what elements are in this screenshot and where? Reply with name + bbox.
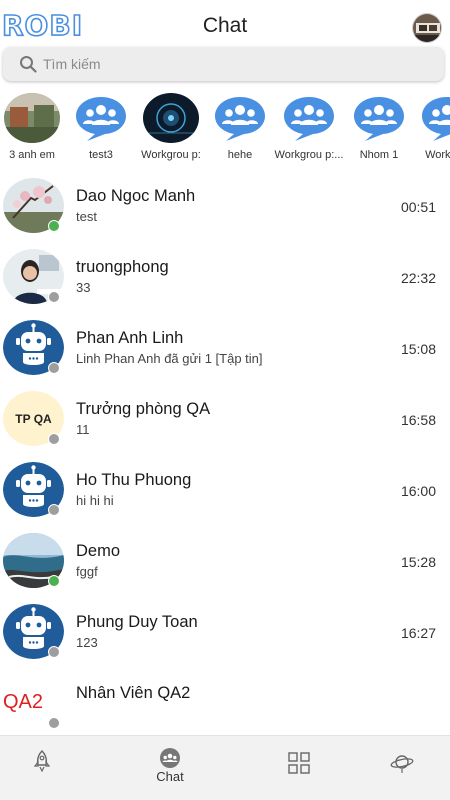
group-label: 3 anh em <box>9 149 55 161</box>
chat-name: Demo <box>76 542 121 560</box>
chat-time: 16:00 <box>400 483 436 499</box>
app-header: ROBI Chat <box>0 0 450 48</box>
chat-group-icon <box>160 748 180 768</box>
group-avatar <box>4 93 60 143</box>
chat-name: Nhân Viên QA2 <box>76 684 191 702</box>
chat-time: 16:27 <box>400 625 436 641</box>
group-label: test3 <box>89 149 113 161</box>
search-icon <box>20 56 37 73</box>
chat-time: 00:51 <box>400 199 436 215</box>
chat-last-message: Linh Phan Anh đã gửi 1 [Tập tin] <box>76 351 263 366</box>
chat-time: 16:58 <box>400 412 436 428</box>
group-chat-icon <box>76 97 126 141</box>
status-online-dot <box>48 220 60 232</box>
chat-row[interactable]: Ho Thu Phuong hi hi hi 16:00 <box>0 458 450 529</box>
group-item[interactable]: hehe <box>205 93 275 161</box>
group-item[interactable]: test3 <box>66 93 136 161</box>
status-offline-dot <box>48 504 60 516</box>
status-offline-dot <box>48 362 60 374</box>
chat-name: Phan Anh Linh <box>76 329 184 347</box>
chat-last-message: 123 <box>76 635 98 650</box>
chat-row[interactable]: QA2 Nhân Viên QA2 <box>0 671 450 742</box>
nav-item-chat[interactable]: Chat <box>130 736 210 800</box>
chat-row[interactable]: truongphong 33 22:32 <box>0 245 450 316</box>
status-offline-dot <box>48 646 60 658</box>
status-offline-dot <box>48 717 60 729</box>
chat-name: Trưởng phòng QA <box>76 400 211 418</box>
nav-item-planet[interactable] <box>362 736 442 800</box>
group-label: Workgrou p: <box>141 149 201 161</box>
chat-last-message: 33 <box>76 280 91 295</box>
page-title: Chat <box>202 14 248 37</box>
group-label: hehe <box>227 149 253 161</box>
chat-last-message: fggf <box>76 564 98 579</box>
group-list[interactable]: 3 anh em test3 Workgrou p: hehe Workgrou… <box>0 93 450 175</box>
rocket-icon <box>33 750 51 772</box>
group-item[interactable]: Workg p: <box>412 93 450 161</box>
bottom-nav: Chat <box>0 735 450 800</box>
nav-label: Chat <box>156 769 184 784</box>
chat-row[interactable]: TP QA Trưởng phòng QA 11 16:58 <box>0 387 450 458</box>
user-avatar[interactable] <box>412 13 442 43</box>
nav-item-rocket[interactable] <box>2 736 82 800</box>
group-item[interactable]: Workgrou p: <box>136 93 206 161</box>
chat-time: 22:32 <box>400 270 436 286</box>
planet-icon <box>390 755 414 773</box>
chat-name: Ho Thu Phuong <box>76 471 192 489</box>
chat-last-message: hi hi hi <box>76 493 114 508</box>
status-online-dot <box>48 575 60 587</box>
user-avatar-image <box>413 14 441 42</box>
group-chat-icon <box>215 97 265 141</box>
group-item[interactable]: Workgrou p:... <box>274 93 344 161</box>
chat-last-message: test <box>76 209 97 224</box>
status-offline-dot <box>48 291 60 303</box>
group-chat-icon <box>422 97 450 141</box>
nav-item-grid[interactable] <box>259 736 339 800</box>
group-chat-icon <box>284 97 334 141</box>
search-bar[interactable] <box>3 47 444 81</box>
status-offline-dot <box>48 433 60 445</box>
chat-last-message: 11 <box>76 422 90 437</box>
chat-name: truongphong <box>76 258 169 276</box>
search-input[interactable] <box>43 53 423 75</box>
group-chat-icon <box>354 97 404 141</box>
grid-icon <box>288 752 310 774</box>
group-label: Nhom 1 <box>359 149 399 161</box>
chat-row[interactable]: Demo fggf 15:28 <box>0 529 450 600</box>
group-label: Workgrou p:... <box>274 149 344 161</box>
chat-time: 15:28 <box>400 554 436 570</box>
chat-time: 15:08 <box>400 341 436 357</box>
group-item[interactable]: 3 anh em <box>0 93 67 161</box>
chat-row[interactable]: Phung Duy Toan 123 16:27 <box>0 600 450 671</box>
group-avatar <box>143 93 199 143</box>
chat-row[interactable]: Dao Ngoc Manh test 00:51 <box>0 174 450 245</box>
group-label: Workg p: <box>425 149 450 161</box>
chat-row[interactable]: Phan Anh Linh Linh Phan Anh đã gửi 1 [Tậ… <box>0 316 450 387</box>
group-item[interactable]: Nhom 1 <box>344 93 414 161</box>
chat-name: Dao Ngoc Manh <box>76 187 196 205</box>
chat-name: Phung Duy Toan <box>76 613 198 631</box>
